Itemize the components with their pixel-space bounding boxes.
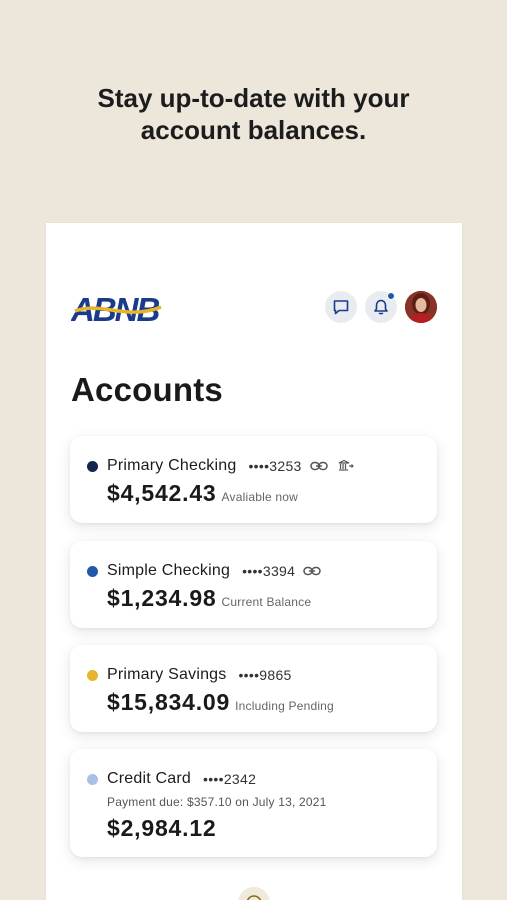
avatar[interactable] [405,291,437,323]
account-name: Primary Savings [107,666,227,683]
account-balance: $2,984.12 [107,815,217,841]
account-name: Primary Checking [107,457,237,474]
abnb-logo[interactable]: ABNB [71,291,163,325]
account-color-dot [87,773,98,785]
account-color-dot [87,460,98,472]
account-card-primary-savings[interactable]: Primary Savings ••••9865 $15,834.09 Incl… [70,645,437,732]
account-color-dot [87,669,98,681]
chat-button[interactable] [325,291,357,323]
account-color-dot [87,565,98,577]
link-icon [303,565,321,577]
headline-line-1: Stay up-to-date with your [97,83,410,113]
account-balance: $15,834.09 [107,689,231,715]
balance-label: Current Balance [221,595,312,609]
chat-icon [333,300,349,315]
account-card-credit-card[interactable]: Credit Card ••••2342 Payment due: $357.1… [70,749,437,857]
notifications-button[interactable] [365,291,397,323]
balance-label: Avaliable now [221,490,298,504]
link-icon [309,460,328,472]
account-balance: $4,542.43 [107,480,217,506]
account-balance: $1,234.98 [107,585,217,611]
account-number: ••••9865 [238,667,292,683]
payment-due-text: Payment due: $357.10 on July 13, 2021 [107,795,327,809]
account-card-simple-checking[interactable]: Simple Checking ••••3394 $1,234.98 Curre… [70,541,437,628]
user-photo [405,291,437,323]
balance-label: Including Pending [235,699,334,713]
coin-icon [246,895,262,900]
account-card-primary-checking[interactable]: Primary Checking ••••3253 $4,542.43 Aval… [70,436,437,523]
account-name: Simple Checking [107,562,231,579]
promo-headline: Stay up-to-date with your account balanc… [0,82,507,146]
headline-line-2: account balances. [140,115,367,145]
bank-transfer-icon [338,459,354,473]
account-number: ••••3394 [242,563,296,579]
notification-dot [387,292,395,300]
account-number: ••••3253 [248,458,302,474]
account-name: Credit Card [107,770,192,787]
bell-icon [374,299,388,315]
more-accounts-button[interactable] [238,887,270,900]
app-screen: ABNB Accounts Primary Checking ••••3253 [46,223,462,900]
page-title: Accounts [71,371,223,408]
account-number: ••••2342 [203,771,257,787]
